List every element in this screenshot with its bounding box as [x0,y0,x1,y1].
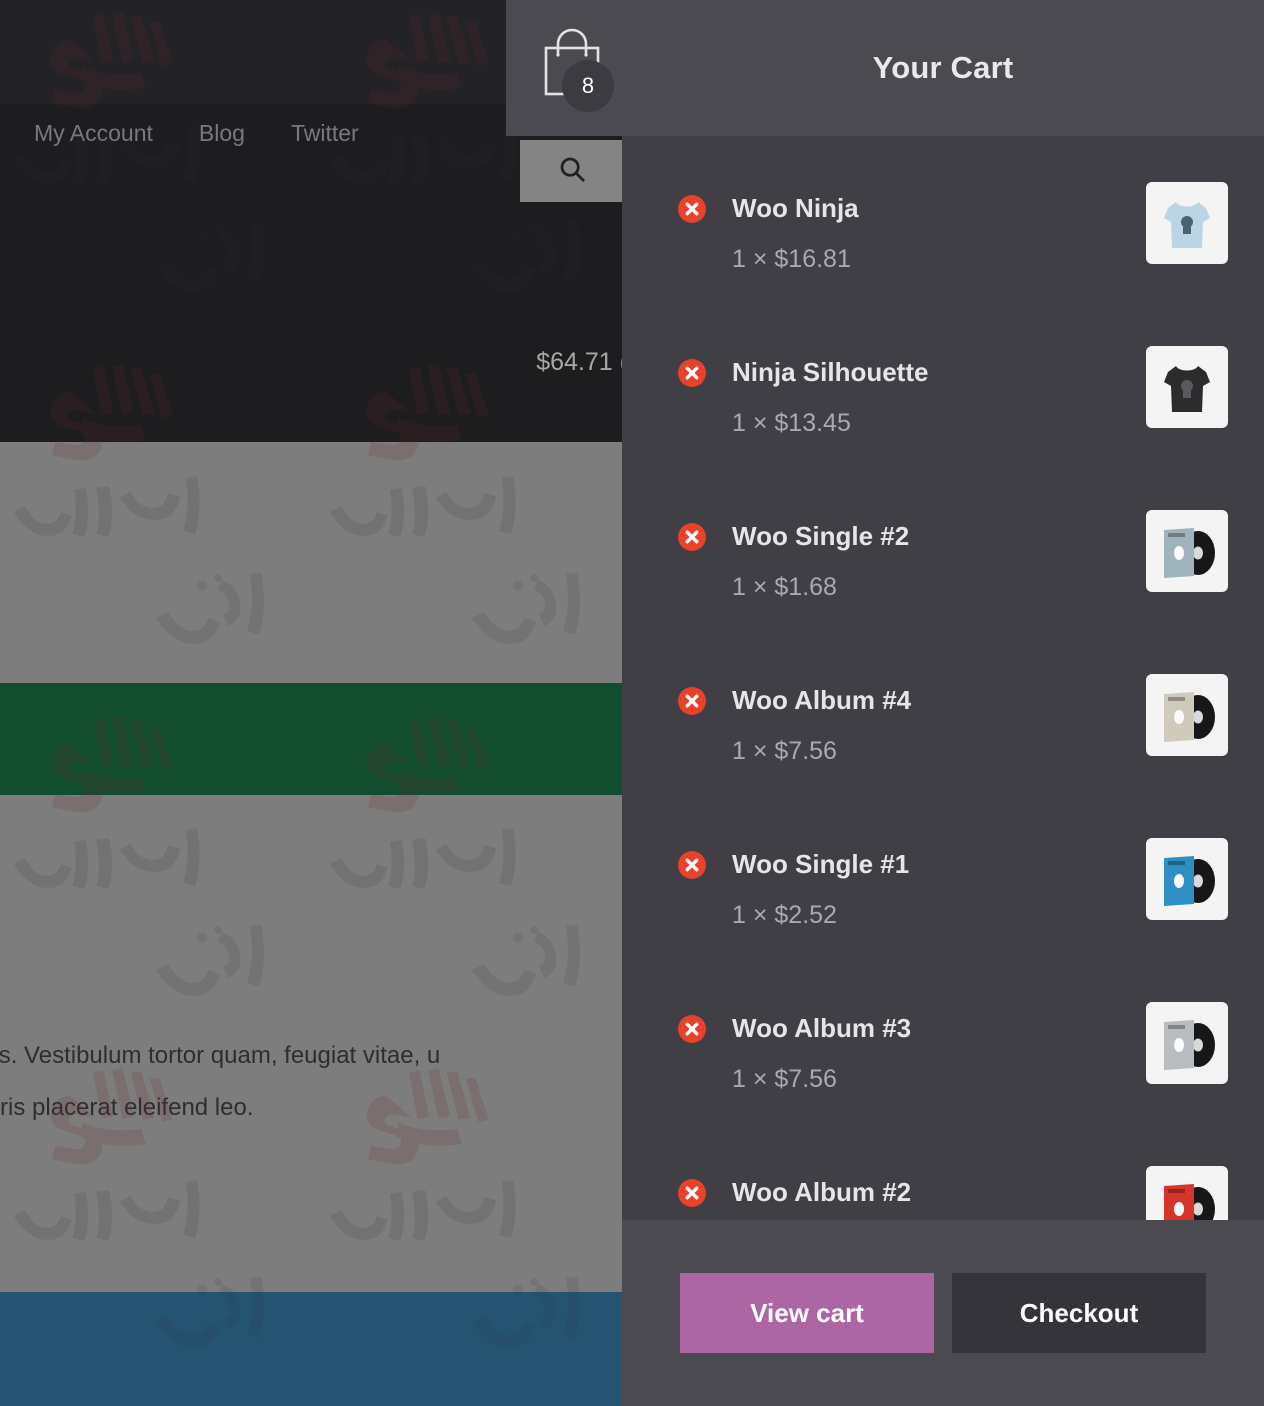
cart-side-panel: Your Cart Woo Ninja 1 × $16.81 Ninja Silho… [622,0,1264,1406]
remove-item-icon[interactable] [678,851,706,879]
cart-item-count-badge: 8 [562,60,614,112]
cart-item: Ninja Silhouette 1 × $13.45 [678,346,1228,520]
cart-item: Woo Single #1 1 × $2.52 [678,838,1228,1012]
cart-item-thumbnail[interactable] [1146,838,1228,920]
cart-item: Woo Album #3 1 × $7.56 [678,1002,1228,1176]
remove-item-icon[interactable] [678,523,706,551]
cart-item-thumbnail[interactable] [1146,346,1228,428]
cart-footer: View cart Checkout [622,1220,1264,1406]
remove-item-icon[interactable] [678,359,706,387]
cart-item: Woo Album #21 × $7.56 [678,1166,1228,1220]
remove-item-icon[interactable] [678,195,706,223]
remove-item-icon[interactable] [678,687,706,715]
cart-title: Your Cart [872,50,1014,85]
cart-item-thumbnail[interactable] [1146,182,1228,264]
cart-header: Your Cart [622,0,1264,136]
cart-item-thumbnail[interactable] [1146,510,1228,592]
remove-item-icon[interactable] [678,1015,706,1043]
cart-item-thumbnail[interactable] [1146,1166,1228,1220]
cart-item-thumbnail[interactable] [1146,674,1228,756]
page-dim-overlay [0,0,622,1406]
cart-item: Woo Single #2 1 × $1.68 [678,510,1228,684]
cart-item: Woo Album #4 1 × $7.56 [678,674,1228,848]
cart-item-list[interactable]: Woo Ninja 1 × $16.81 Ninja Silhouette 1 × $… [622,136,1264,1220]
view-cart-button[interactable]: View cart [680,1273,934,1353]
cart-toggle-button[interactable]: 8 [506,0,638,136]
remove-item-icon[interactable] [678,1179,706,1207]
checkout-button[interactable]: Checkout [952,1273,1206,1353]
cart-item: Woo Ninja 1 × $16.81 [678,182,1228,356]
cart-item-thumbnail[interactable] [1146,1002,1228,1084]
